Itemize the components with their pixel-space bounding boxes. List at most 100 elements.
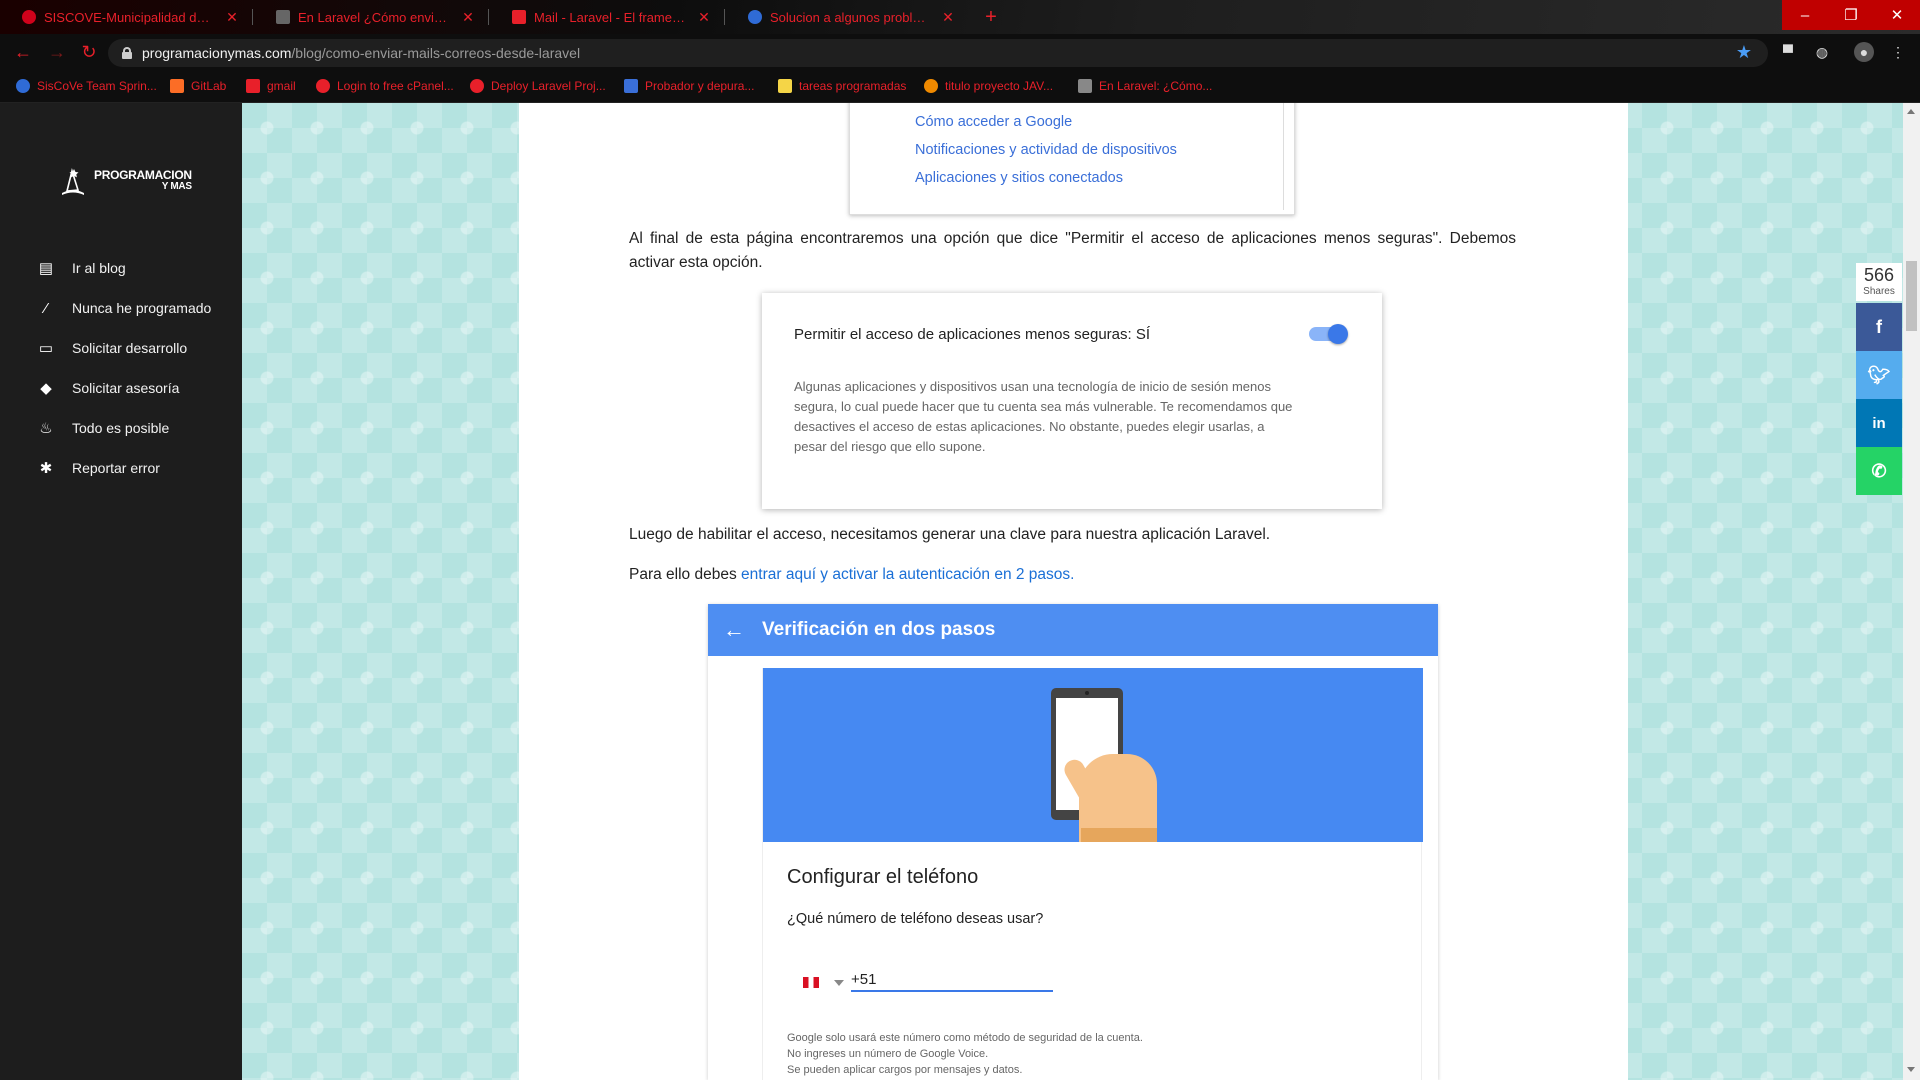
share-linkedin-button[interactable]: in bbox=[1856, 399, 1902, 447]
bookmark-label: titulo proyecto JAV... bbox=[945, 79, 1054, 93]
brand-line-2: Y MAS bbox=[161, 181, 192, 192]
share-count-number: 566 bbox=[1863, 265, 1895, 285]
bookmark-item[interactable]: SisCoVe Team Sprin... bbox=[16, 76, 157, 96]
peru-flag-icon[interactable] bbox=[803, 977, 819, 988]
graduation-cap-icon: ◆ bbox=[40, 380, 52, 397]
back-arrow-icon[interactable]: ← bbox=[712, 617, 756, 643]
tab-mail-laravel[interactable]: Mail - Laravel - El framework PHP ✕ bbox=[490, 0, 722, 34]
facebook-icon: f bbox=[1876, 316, 1882, 337]
note-line: Se pueden aplicar cargos por mensajes y … bbox=[787, 1064, 1023, 1076]
whatsapp-icon: ✆ bbox=[1871, 460, 1887, 481]
minimize-button[interactable]: – bbox=[1782, 0, 1828, 30]
sidebar-item-label: Solicitar asesoría bbox=[72, 380, 180, 396]
less-secure-apps-card: Permitir el acceso de aplicaciones menos… bbox=[762, 293, 1382, 509]
sidebar-item-desarrollo[interactable]: ▭ Solicitar desarrollo bbox=[36, 328, 236, 368]
phone-question: ¿Qué número de teléfono deseas usar? bbox=[787, 911, 1044, 927]
tab-solucion[interactable]: Solucion a algunos problemas resueltos ✕ bbox=[726, 0, 966, 34]
bookmark-item[interactable]: GitLab bbox=[170, 76, 226, 96]
bookmark-label: tareas programadas bbox=[799, 79, 907, 93]
tab-en-laravel[interactable]: En Laravel ¿Cómo enviar correos ✕ bbox=[254, 0, 486, 34]
bookmark-label: Deploy Laravel Proj... bbox=[491, 79, 606, 93]
close-icon[interactable]: ✕ bbox=[460, 9, 476, 26]
brand-name: PROGRAMACION Y MAS bbox=[94, 169, 192, 192]
verification-header: ← Verificación en dos pasos bbox=[708, 604, 1438, 656]
sidebar-item-reportar[interactable]: ✱ Reportar error bbox=[36, 448, 236, 488]
close-icon[interactable]: ✕ bbox=[696, 9, 712, 26]
bookmark-item[interactable]: gmail bbox=[246, 76, 296, 96]
bookmark-favicon-icon bbox=[1078, 79, 1092, 93]
settings-link[interactable]: Notificaciones y actividad de dispositiv… bbox=[915, 142, 1177, 158]
tab-bar: SISCOVE-Municipalidad de Nicolás ✕ En La… bbox=[0, 0, 1920, 34]
share-whatsapp-button[interactable]: ✆ bbox=[1856, 447, 1902, 495]
page-favicon-icon bbox=[748, 10, 762, 24]
toggle-knob bbox=[1328, 324, 1348, 344]
avatar[interactable]: ● bbox=[1854, 42, 1874, 62]
share-twitter-button[interactable]: 🐦︎ bbox=[1856, 351, 1902, 399]
google-settings-card: Cómo acceder a Google Notificaciones y a… bbox=[849, 103, 1295, 215]
two-step-link[interactable]: entrar aquí y activar la autenticación e… bbox=[741, 566, 1074, 583]
url-input[interactable]: programacionymas.com/blog/como-enviar-ma… bbox=[108, 39, 1768, 67]
page-scrollbar[interactable] bbox=[1903, 103, 1920, 1080]
bookmarks-bar: SisCoVe Team Sprin... GitLab gmail Login… bbox=[0, 70, 1920, 103]
reload-icon[interactable]: ↻ bbox=[78, 42, 100, 63]
forward-arrow-icon[interactable]: → bbox=[46, 42, 68, 63]
web-page: PROGRAMACION Y MAS ▤ Ir al blog ⁄ Nunca … bbox=[0, 103, 1920, 1080]
article-paragraph: Para ello debes entrar aquí y activar la… bbox=[629, 563, 1516, 587]
cast-icon[interactable]: ▀ bbox=[1778, 42, 1798, 62]
close-window-button[interactable]: ✕ bbox=[1874, 0, 1920, 30]
phone-illustration bbox=[763, 668, 1423, 842]
bookmark-item[interactable]: Deploy Laravel Proj... bbox=[470, 76, 606, 96]
gmail-icon bbox=[246, 79, 260, 93]
close-icon[interactable]: ✕ bbox=[224, 9, 240, 26]
bookmark-label: Probador y depura... bbox=[645, 79, 755, 93]
bookmark-item[interactable]: Probador y depura... bbox=[624, 76, 754, 96]
bookmark-star-icon[interactable]: ★ bbox=[1736, 42, 1752, 63]
tab-siscove[interactable]: SISCOVE-Municipalidad de Nicolás ✕ bbox=[0, 0, 250, 34]
scroll-up-icon[interactable] bbox=[1907, 109, 1915, 114]
bookmark-item[interactable]: titulo proyecto JAV... bbox=[924, 76, 1053, 96]
chevron-down-icon[interactable] bbox=[834, 980, 844, 986]
restore-button[interactable]: ❐ bbox=[1828, 0, 1874, 30]
menu-kebab-icon[interactable]: ⋮ bbox=[1888, 42, 1908, 62]
lock-icon bbox=[122, 47, 132, 59]
address-bar: ← → ↻ programacionymas.com/blog/como-env… bbox=[0, 34, 1920, 70]
sidebar-item-label: Nunca he programado bbox=[72, 300, 212, 316]
tab-title: Solucion a algunos problemas resueltos bbox=[770, 9, 932, 25]
bookmark-label: En Laravel: ¿Cómo... bbox=[1099, 79, 1213, 93]
sidebar-item-asesoria[interactable]: ◆ Solicitar asesoría bbox=[36, 368, 236, 408]
settings-card-inner: Cómo acceder a Google Notificaciones y a… bbox=[850, 103, 1284, 210]
sidebar-item-nunca[interactable]: ⁄ Nunca he programado bbox=[36, 288, 236, 328]
back-arrow-icon[interactable]: ← bbox=[12, 42, 34, 63]
scroll-down-icon[interactable] bbox=[1907, 1067, 1915, 1072]
bookmark-favicon-icon bbox=[16, 79, 30, 93]
settings-link[interactable]: Cómo acceder a Google bbox=[915, 114, 1072, 130]
site-sidebar: PROGRAMACION Y MAS ▤ Ir al blog ⁄ Nunca … bbox=[0, 103, 242, 1080]
verification-body: Configurar el teléfono ¿Qué número de te… bbox=[762, 668, 1423, 1080]
settings-link[interactable]: Aplicaciones y sitios conectados bbox=[915, 170, 1123, 186]
bookmark-item[interactable]: tareas programadas bbox=[778, 76, 906, 96]
share-facebook-button[interactable]: f bbox=[1856, 303, 1902, 351]
new-tab-button[interactable]: + bbox=[980, 6, 1002, 29]
note-line: Google solo usará este número como métod… bbox=[787, 1032, 1143, 1044]
less-secure-apps-toggle[interactable] bbox=[1309, 324, 1348, 344]
bug-icon: ✱ bbox=[39, 460, 53, 477]
url-host: programacionymas.com bbox=[142, 45, 292, 61]
bookmark-item[interactable]: En Laravel: ¿Cómo... bbox=[1078, 76, 1212, 96]
sidebar-item-blog[interactable]: ▤ Ir al blog bbox=[36, 248, 236, 288]
tab-title: SISCOVE-Municipalidad de Nicolás bbox=[44, 9, 216, 25]
scrollbar-thumb[interactable] bbox=[1906, 261, 1917, 331]
bookmark-label: SisCoVe Team Sprin... bbox=[37, 79, 157, 93]
phone-note: Google solo usará este número como métod… bbox=[787, 1030, 1143, 1078]
verification-title: Verificación en dos pasos bbox=[762, 619, 996, 640]
site-logo[interactable]: PROGRAMACION Y MAS bbox=[58, 163, 198, 199]
close-icon[interactable]: ✕ bbox=[940, 9, 956, 26]
sidebar-item-label: Ir al blog bbox=[72, 260, 126, 276]
bookmark-item[interactable]: Login to free cPanel... bbox=[316, 76, 454, 96]
sidebar-item-posible[interactable]: ♨ Todo es posible bbox=[36, 408, 236, 448]
extension-icon[interactable]: ◍ bbox=[1812, 42, 1832, 62]
article-content: Cómo acceder a Google Notificaciones y a… bbox=[519, 103, 1628, 1080]
phone-number-input[interactable] bbox=[851, 968, 1053, 992]
article-paragraph: Luego de habilitar el acceso, necesitamo… bbox=[629, 526, 1271, 543]
linkedin-icon: in bbox=[1872, 414, 1886, 432]
two-step-verification-card: ← Verificación en dos pasos Configurar e… bbox=[708, 604, 1438, 1080]
